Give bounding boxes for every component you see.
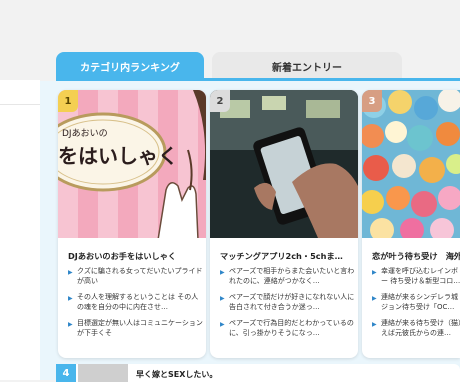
card-thumbnail[interactable]: DJあおいの をはいしゃく: [58, 90, 206, 238]
bullet-icon: ▶: [68, 321, 73, 328]
bullet-icon: ▶: [372, 295, 377, 302]
list-item[interactable]: ▶ ペアーズで行為目的だとわかっているのに、引っ掛かりそうになっ…: [220, 318, 356, 338]
ranking-row-4[interactable]: 4 早く嫁とSEXしたい。: [56, 364, 460, 382]
bullet-icon: ▶: [220, 269, 225, 276]
bullet-icon: ▶: [220, 295, 225, 302]
list-item[interactable]: ▶ 目標選定が無い人はコミュニケーションが下手くそ: [68, 318, 204, 338]
card-thumbnail[interactable]: [210, 90, 358, 238]
bullet-icon: ▶: [372, 269, 377, 276]
left-side-panel: [0, 80, 40, 380]
bullet-icon: ▶: [372, 321, 377, 328]
ranking-card-1[interactable]: DJあおいの をはいしゃく 1 DJあおいのお手をはいしゃく ▶ クズに騙される女…: [58, 90, 206, 358]
tab-new-entries[interactable]: 新着エントリー: [212, 52, 402, 80]
list-item[interactable]: ▶ その人を理解するということは その人の魂を自分の中に内在させ…: [68, 292, 204, 312]
rank-badge: 3: [362, 90, 382, 112]
bullet-icon: ▶: [68, 269, 73, 276]
row-thumbnail[interactable]: [78, 364, 128, 382]
thumbnail-image: [362, 90, 460, 238]
card-thumbnail[interactable]: [362, 90, 460, 238]
card-title[interactable]: 恋が叶う待ち受け 海外: [372, 250, 460, 262]
ranking-card-2[interactable]: 2 マッチングアプリ2ch・5chま… ▶ ペアーズで相手からまた会いたいと言われ…: [210, 90, 358, 358]
list-item[interactable]: ▶ 連絡が来るシンデレラ城 ジョン待ち受け「OC…: [372, 292, 460, 312]
card-title[interactable]: DJあおいのお手をはいしゃく: [68, 250, 200, 262]
bullet-icon: ▶: [220, 321, 225, 328]
ranking-card-3[interactable]: 3 恋が叶う待ち受け 海外 ▶ 幸運を呼び込むレインボー 待ち受け＆新型コロ… ▶…: [362, 90, 460, 358]
rank-badge: 4: [56, 364, 76, 382]
list-item[interactable]: ▶ ペアーズで顔だけが好きになれない人に告白されて付き合うか迷っ…: [220, 292, 356, 312]
rank-badge: 1: [58, 90, 78, 112]
list-item[interactable]: ▶ ペアーズで相手からまた会いたいと言われたのに、連絡がつかなく…: [220, 266, 356, 286]
row-title[interactable]: 早く嫁とSEXしたい。: [136, 369, 217, 380]
card-title[interactable]: マッチングアプリ2ch・5chま…: [220, 250, 352, 262]
rank-badge: 2: [210, 90, 230, 112]
tab-category-ranking[interactable]: カテゴリ内ランキング: [56, 52, 204, 80]
tab-bar: カテゴリ内ランキング 新着エントリー: [56, 52, 460, 80]
list-item[interactable]: ▶ クズに騙される女ってだいたいプライドが高い: [68, 266, 204, 286]
thumbnail-caption-large: をはいしゃく: [58, 144, 178, 168]
thumbnail-caption-small: DJあおいの: [62, 129, 108, 139]
thumbnail-image: [210, 90, 358, 238]
divider: [0, 104, 40, 105]
bullet-icon: ▶: [68, 295, 73, 302]
tab-underline: [56, 78, 460, 81]
list-item[interactable]: ▶ 幸運を呼び込むレインボー 待ち受け＆新型コロ…: [372, 266, 460, 286]
list-item[interactable]: ▶ 連絡が来る待ち受け（猫）えば元彼氏からの連…: [372, 318, 460, 338]
